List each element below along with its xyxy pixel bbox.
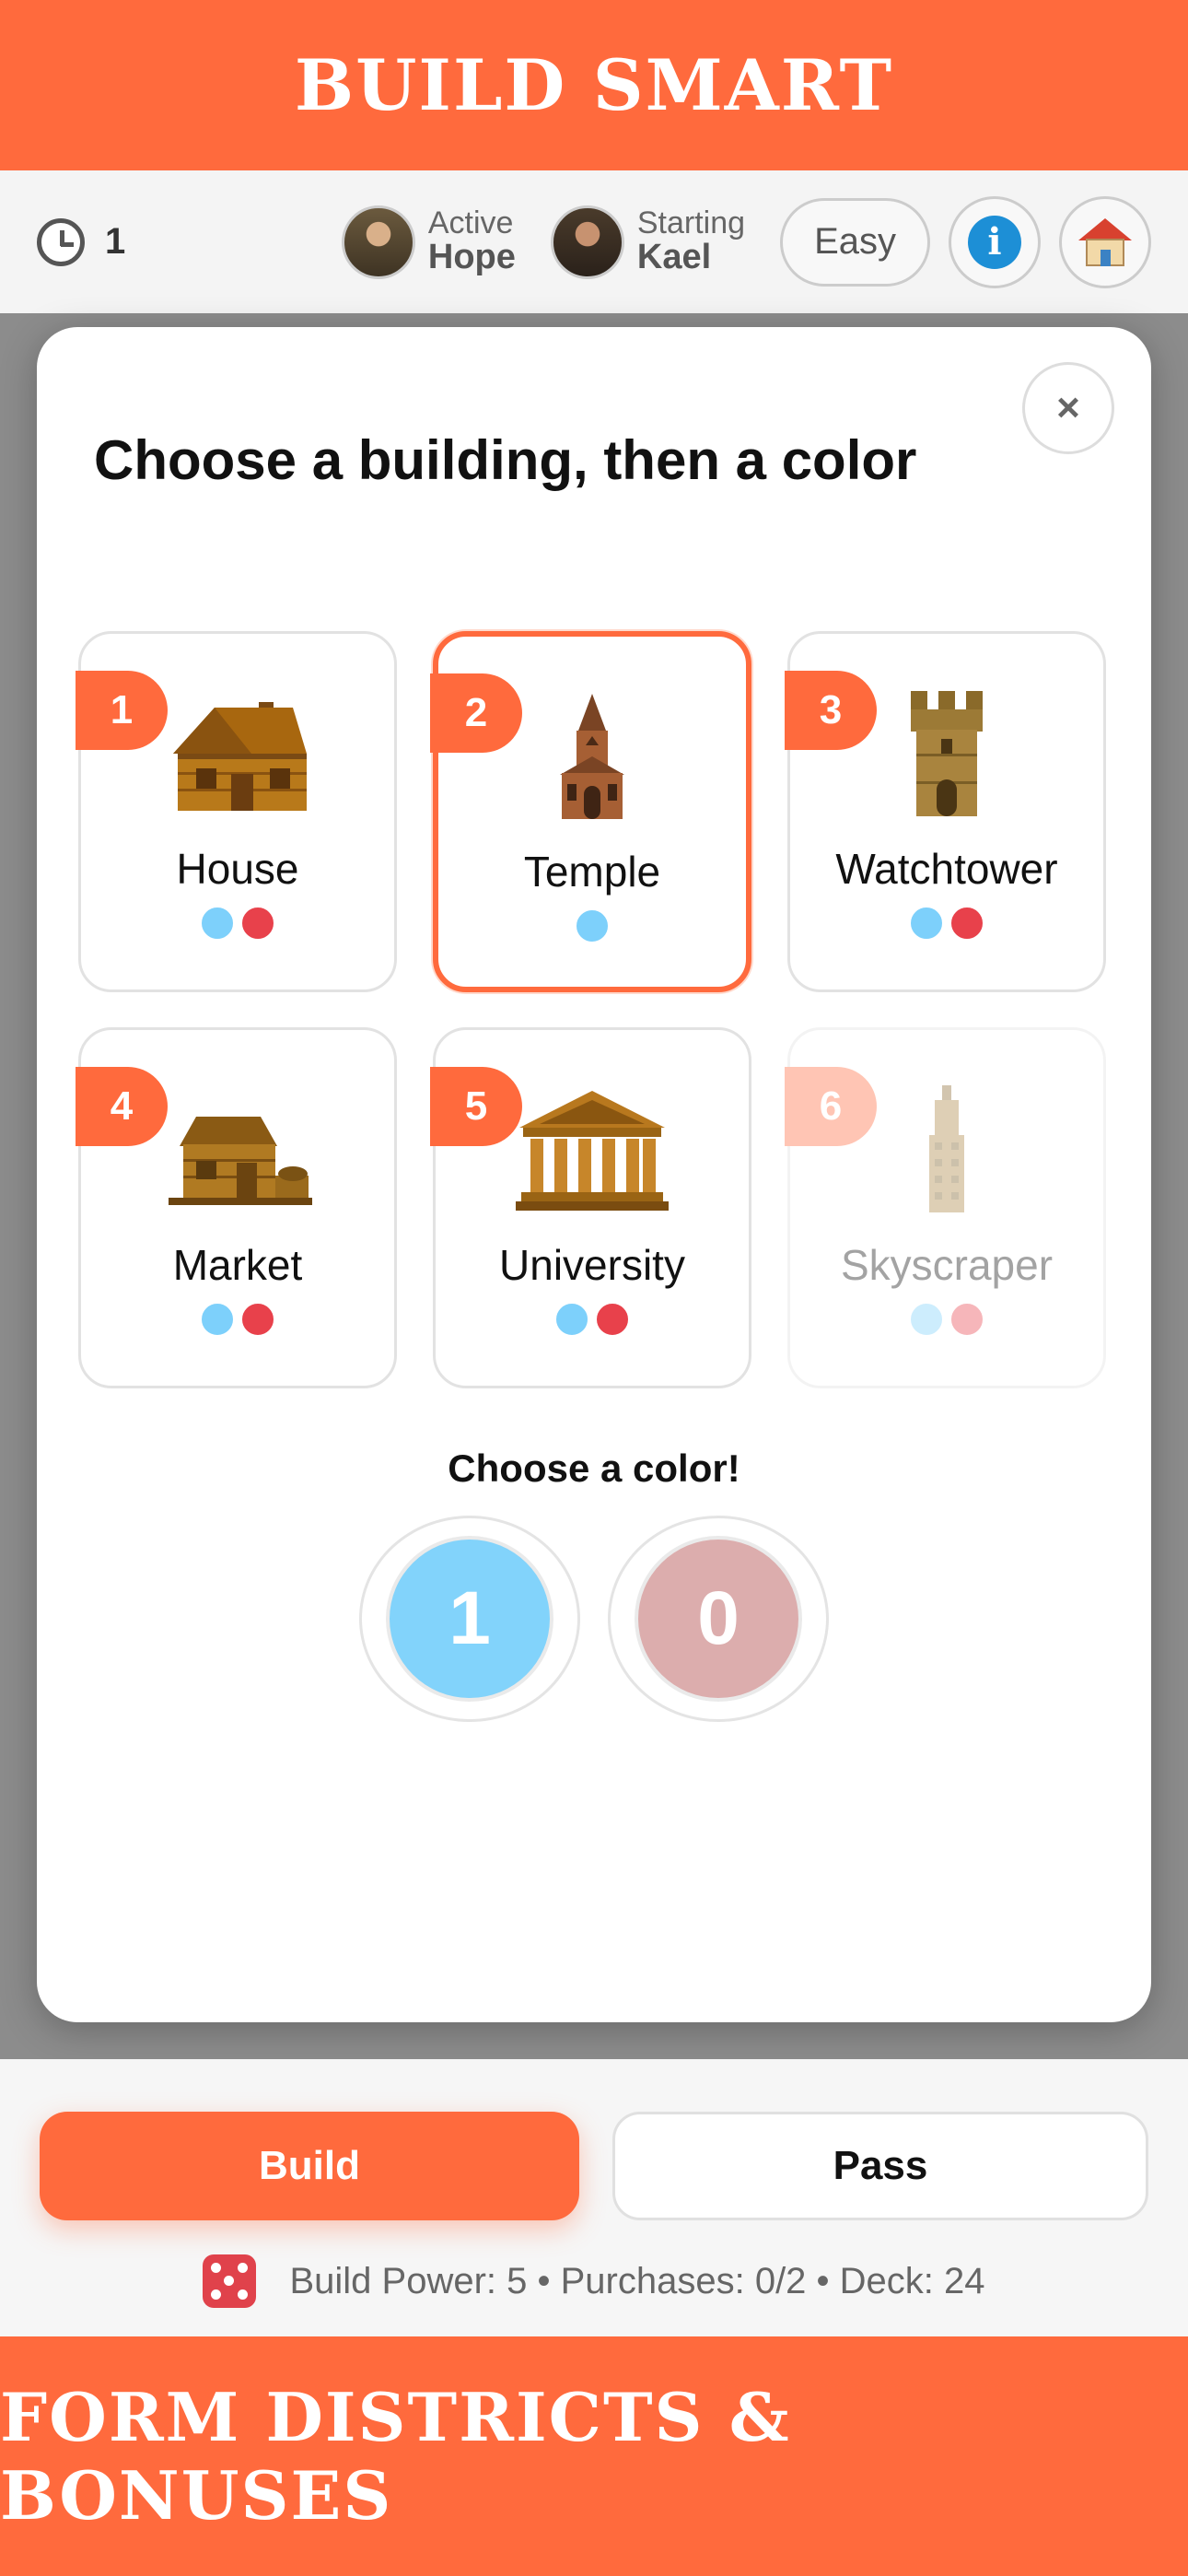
building-card-university[interactable]: 5 University bbox=[430, 1027, 751, 1388]
building-card-house[interactable]: 1 House bbox=[76, 631, 397, 992]
building-number: 5 bbox=[430, 1067, 522, 1146]
skyscraper-icon bbox=[929, 1085, 964, 1212]
bottom-banner: FORM DISTRICTS & BONUSES bbox=[0, 2336, 1188, 2576]
building-name: Market bbox=[172, 1241, 303, 1289]
turn-count: 1 bbox=[105, 221, 126, 262]
blue-count: 1 bbox=[386, 1536, 553, 1702]
color-dots bbox=[81, 1301, 394, 1338]
dialog-title: Choose a building, then a color bbox=[94, 429, 917, 491]
blue-dot bbox=[553, 1301, 590, 1338]
building-name: House bbox=[176, 845, 299, 893]
player-active: Active Hope bbox=[341, 205, 516, 279]
building-card-skyscraper: 6 Skyscraper bbox=[785, 1027, 1106, 1388]
avatar bbox=[550, 205, 624, 279]
blue-dot bbox=[908, 905, 945, 942]
color-dots bbox=[790, 1301, 1103, 1338]
color-dots bbox=[436, 1301, 749, 1338]
building-number: 3 bbox=[785, 671, 877, 750]
building-name: Skyscraper bbox=[840, 1241, 1054, 1289]
red-dot bbox=[239, 1301, 276, 1338]
status-text: Build Power: 5 • Purchases: 0/2 • Deck: … bbox=[289, 2260, 985, 2301]
color-choices: 1 0 bbox=[37, 1516, 1151, 1722]
color-dots bbox=[790, 905, 1103, 942]
clock-icon bbox=[37, 217, 85, 266]
action-bar: Build Pass Build Power: 5 • Purchases: 0… bbox=[0, 2059, 1188, 2336]
blue-dot bbox=[574, 907, 611, 944]
building-card-temple[interactable]: 2 Temple bbox=[430, 631, 751, 992]
building-card-market[interactable]: 4 Market bbox=[76, 1027, 397, 1388]
player-area: Active Hope Starting Kael Easy i bbox=[341, 195, 1151, 288]
status-line: Build Power: 5 • Purchases: 0/2 • Deck: … bbox=[0, 2254, 1188, 2308]
watchtower-icon bbox=[911, 691, 983, 816]
building-number: 6 bbox=[785, 1067, 877, 1146]
building-card-watchtower[interactable]: 3 Watchtower bbox=[785, 631, 1106, 992]
home-icon bbox=[1078, 217, 1132, 266]
color-option-blue[interactable]: 1 bbox=[359, 1516, 580, 1722]
player-role: Starting bbox=[636, 205, 746, 240]
university-icon bbox=[516, 1091, 669, 1211]
info-icon: i bbox=[968, 215, 1021, 269]
color-dots bbox=[81, 905, 394, 942]
turn-counter: 1 bbox=[37, 217, 126, 266]
build-button[interactable]: Build bbox=[40, 2112, 579, 2220]
building-name: Watchtower bbox=[835, 845, 1058, 893]
market-icon bbox=[169, 1117, 312, 1205]
red-dot bbox=[239, 905, 276, 942]
info-button[interactable]: i bbox=[949, 195, 1041, 288]
color-option-red[interactable]: 0 bbox=[608, 1516, 829, 1722]
temple-icon bbox=[560, 694, 624, 819]
avatar bbox=[341, 205, 415, 279]
pass-button[interactable]: Pass bbox=[612, 2112, 1148, 2220]
player-name: Kael bbox=[636, 238, 712, 277]
top-banner: BUILD SMART bbox=[0, 0, 1188, 170]
blue-dot bbox=[199, 1301, 236, 1338]
building-picker-dialog: × Choose a building, then a color 1 Hous… bbox=[37, 327, 1151, 2022]
red-dot bbox=[949, 1301, 985, 1338]
house-icon bbox=[173, 702, 307, 811]
color-dots bbox=[438, 907, 746, 944]
building-name: Temple bbox=[523, 848, 661, 896]
player-role: Active bbox=[427, 205, 514, 240]
blue-dot bbox=[908, 1301, 945, 1338]
red-dot bbox=[949, 905, 985, 942]
building-number: 2 bbox=[430, 673, 522, 753]
difficulty-button[interactable]: Easy bbox=[780, 197, 930, 287]
top-bar: 1 Active Hope Starting Kael Easy i bbox=[0, 170, 1188, 313]
home-button[interactable] bbox=[1059, 195, 1151, 288]
red-dot bbox=[594, 1301, 631, 1338]
player-starting: Starting Kael bbox=[550, 205, 746, 279]
blue-dot bbox=[199, 905, 236, 942]
dice-icon bbox=[203, 2254, 257, 2308]
red-count: 0 bbox=[635, 1536, 802, 1702]
close-button[interactable]: × bbox=[1022, 362, 1114, 454]
building-number: 1 bbox=[76, 671, 168, 750]
player-name: Hope bbox=[427, 238, 516, 277]
building-number: 4 bbox=[76, 1067, 168, 1146]
color-prompt: Choose a color! bbox=[448, 1446, 740, 1490]
building-name: University bbox=[499, 1241, 685, 1289]
building-grid: 1 House 2 Temple 3 Watchtower 4 Market 5… bbox=[76, 631, 1110, 1388]
